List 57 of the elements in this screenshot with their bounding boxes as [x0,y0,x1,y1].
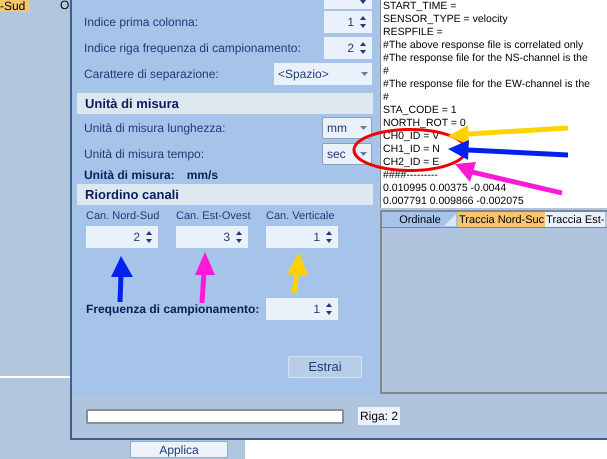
extract-button[interactable]: Estrai [288,356,362,378]
text-line: # [383,65,389,78]
text-line: RESPFILE = [383,26,443,39]
text-line: # [383,91,389,104]
column-header[interactable]: Ordinale [382,212,458,227]
units-label: Unità di misura: [84,167,175,184]
spin-arrows-icon[interactable] [324,302,334,316]
text-line: 0.007791 0.009866 -0.002075 [383,195,524,208]
dropdown[interactable]: sec [322,142,372,164]
dropdown-caret-icon[interactable] [360,126,367,130]
spinner-field[interactable]: 1 [266,298,338,320]
apply-button[interactable]: Applica [130,441,228,458]
row-counter: Riga: 2 [358,407,400,425]
tab[interactable]: -Sud [0,0,30,12]
text-line: CH1_ID = N [383,143,440,156]
field-label: Unità di misura lunghezza: [84,120,226,136]
spin-arrows-icon[interactable] [234,230,244,244]
dropdown-caret-icon[interactable] [361,72,368,76]
arrow [111,256,133,302]
text-line: STA_CODE = 1 [383,104,457,117]
spin-arrows-icon[interactable] [324,230,334,244]
text-line: #The response file for the NS-channel is the [383,52,588,65]
channel-label: Can. Verticale [266,209,336,223]
units-value: mm/s [186,167,218,184]
field-label: Indice riga frequenza di campionamento: [84,40,301,57]
text-line: NORTH_ROT = 0 [383,117,466,130]
spin-arrows-icon[interactable] [358,15,368,29]
text-line: #The response file for the EW-channel is the [383,78,590,91]
section-header: Riordino canali [77,184,373,205]
section-header: Unità di misura [77,93,373,114]
channel-label: Can. Nord-Sud [86,209,158,223]
column-header[interactable]: Traccia Nord-Suc [458,212,546,227]
spinner-field[interactable]: 1 [266,226,338,248]
dropdown[interactable]: <Spazio> [274,63,372,85]
arrow [287,252,308,294]
text-line: START_TIME = [383,0,456,13]
field-label: Indice prima colonna: [84,14,198,31]
channel-label: Can. Est-Ovest [176,209,248,223]
column-header[interactable]: Traccia Est- [545,212,606,227]
text-line: #The above response file is correlated only [383,39,584,52]
spinner-field[interactable]: 3 [176,226,248,248]
field-label: Carattere di separazione: [84,66,219,83]
frequency-label: Frequenza di campionamento: [86,301,258,318]
field-label: Unità di misura tempo: [84,146,204,162]
spin-arrows-icon[interactable] [144,230,154,244]
tab[interactable]: O [60,0,70,10]
text-line: 0.010995 0.00375 -0.0044 [383,182,506,195]
spin-arrows-icon[interactable] [358,41,368,55]
text-line: CH2_ID = E [383,156,440,169]
text-line: ####--------- [383,169,438,182]
dropdown-caret-icon[interactable] [360,152,367,156]
text-line: SENSOR_TYPE = velocity [383,13,508,26]
arrow [195,252,215,304]
dropdown[interactable]: mm [322,116,372,138]
spinner-field[interactable]: 1 [324,11,372,33]
spinner-field[interactable]: 2 [324,37,372,59]
spinner-field[interactable]: 2 [86,226,158,248]
